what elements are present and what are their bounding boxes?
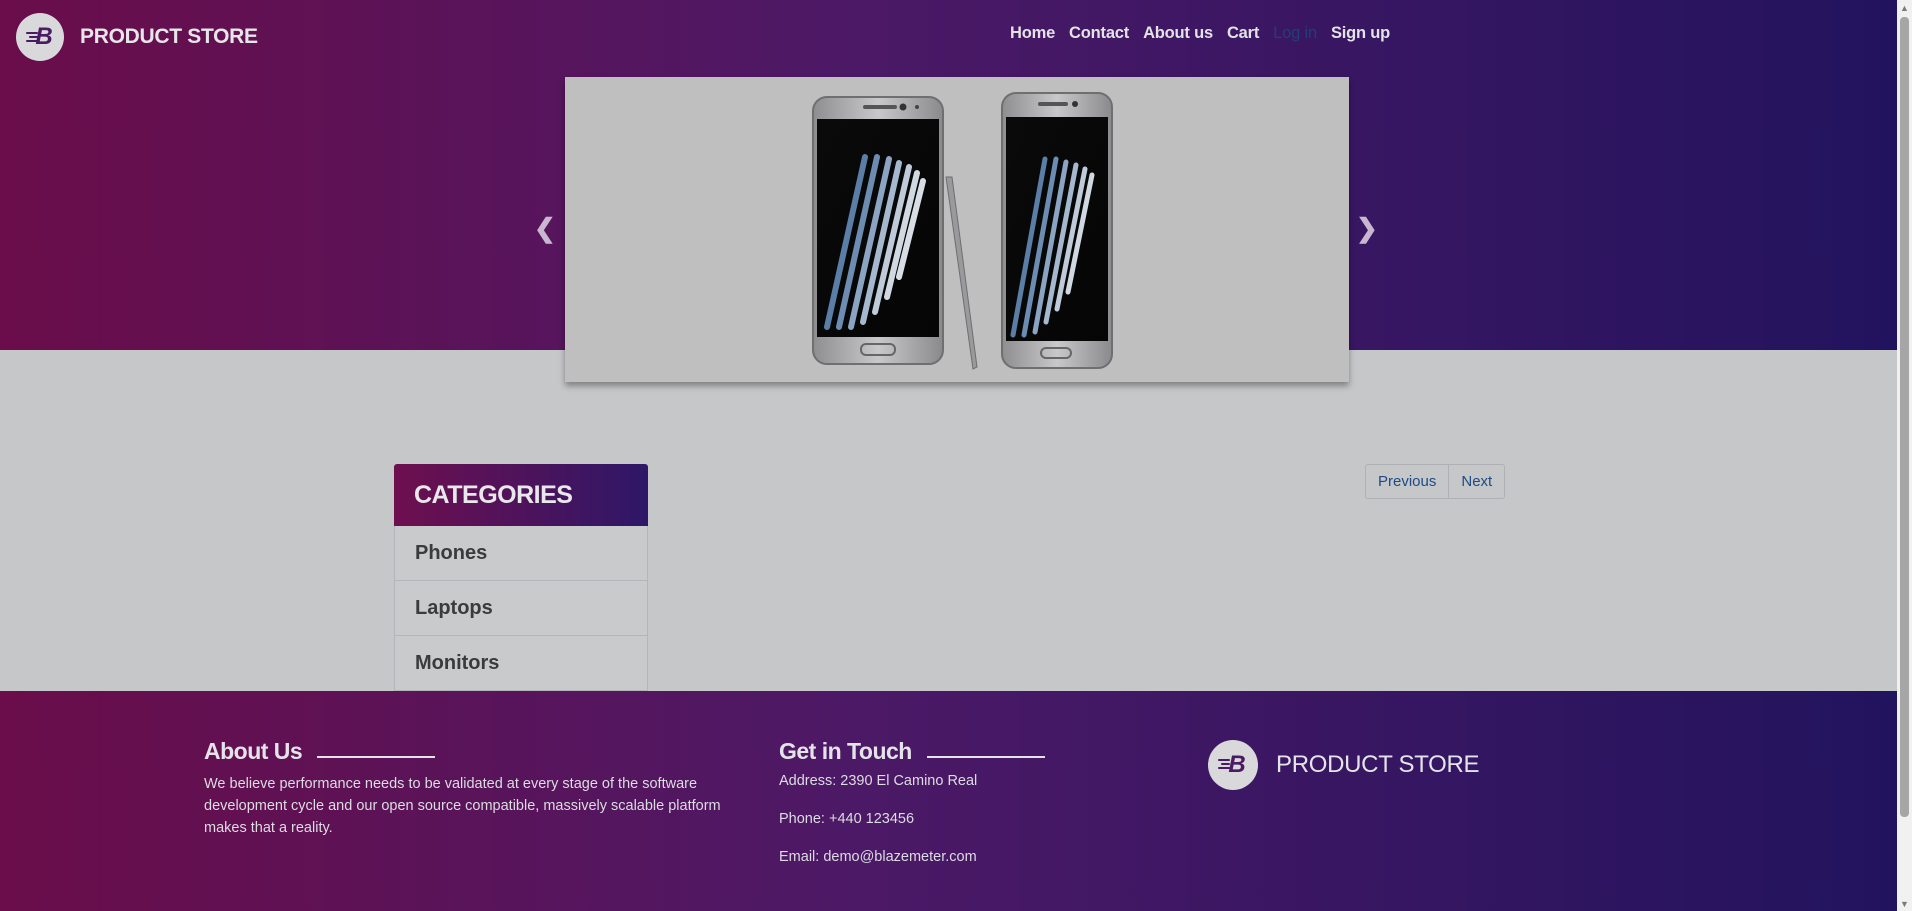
previous-button[interactable]: Previous xyxy=(1365,464,1450,499)
footer-brand-name: PRODUCT STORE xyxy=(1276,751,1480,778)
title-rule xyxy=(926,755,1045,758)
page: B PRODUCT STORE Home Contact About us Ca… xyxy=(0,0,1912,911)
footer-about-heading: About Us xyxy=(204,738,303,764)
brand-name: PRODUCT STORE xyxy=(80,25,258,48)
content-area xyxy=(0,350,1897,691)
scroll-up-icon[interactable]: ▲ xyxy=(1897,0,1912,15)
pagination: Previous Next xyxy=(1365,464,1506,499)
categories-list: CATEGORIES Phones Laptops Monitors xyxy=(394,464,648,691)
title-rule xyxy=(317,755,436,758)
blazemeter-logo-icon: B xyxy=(1208,740,1258,790)
chevron-left-icon[interactable]: ❮ xyxy=(534,215,556,241)
nav-cart-link[interactable]: Cart xyxy=(1227,24,1259,43)
brand-logo[interactable]: B PRODUCT STORE xyxy=(16,12,258,62)
blazemeter-logo-icon: B xyxy=(16,13,64,61)
carousel-slide-image xyxy=(812,92,1113,370)
category-monitors[interactable]: Monitors xyxy=(394,636,648,691)
scroll-thumb[interactable] xyxy=(1900,17,1909,817)
categories-header[interactable]: CATEGORIES xyxy=(394,464,648,526)
footer-contact: Get in Touch Address: 2390 El Camino Rea… xyxy=(779,738,1079,879)
footer-contact-heading: Get in Touch xyxy=(779,738,912,764)
footer-contact-title: Get in Touch xyxy=(779,738,1079,765)
nav-home-link[interactable]: Home xyxy=(1010,24,1055,43)
page-scrollbar[interactable]: ▲ ▼ xyxy=(1897,0,1912,911)
footer-address: Address: 2390 El Camino Real xyxy=(779,773,978,789)
nav-about-link[interactable]: About us xyxy=(1143,24,1213,43)
category-laptops[interactable]: Laptops xyxy=(394,581,648,636)
footer-about: About Us We believe performance needs to… xyxy=(204,738,729,839)
nav-contact-link[interactable]: Contact xyxy=(1069,24,1129,43)
nav-signup-link[interactable]: Sign up xyxy=(1331,24,1390,43)
footer-about-title: About Us xyxy=(204,738,729,765)
footer-about-text: We believe performance needs to be valid… xyxy=(204,776,721,836)
category-phones[interactable]: Phones xyxy=(394,526,648,581)
main-nav: Home Contact About us Cart Log in Sign u… xyxy=(1010,24,1404,43)
next-button[interactable]: Next xyxy=(1449,464,1506,499)
chevron-right-icon[interactable]: ❯ xyxy=(1356,215,1378,241)
footer-email: Email: demo@blazemeter.com xyxy=(779,849,977,865)
footer-brand: B PRODUCT STORE xyxy=(1208,740,1480,790)
scroll-down-icon[interactable]: ▼ xyxy=(1897,896,1912,911)
footer-phone: Phone: +440 123456 xyxy=(779,811,915,827)
product-carousel[interactable] xyxy=(565,77,1349,382)
nav-login-link[interactable]: Log in xyxy=(1273,24,1317,43)
